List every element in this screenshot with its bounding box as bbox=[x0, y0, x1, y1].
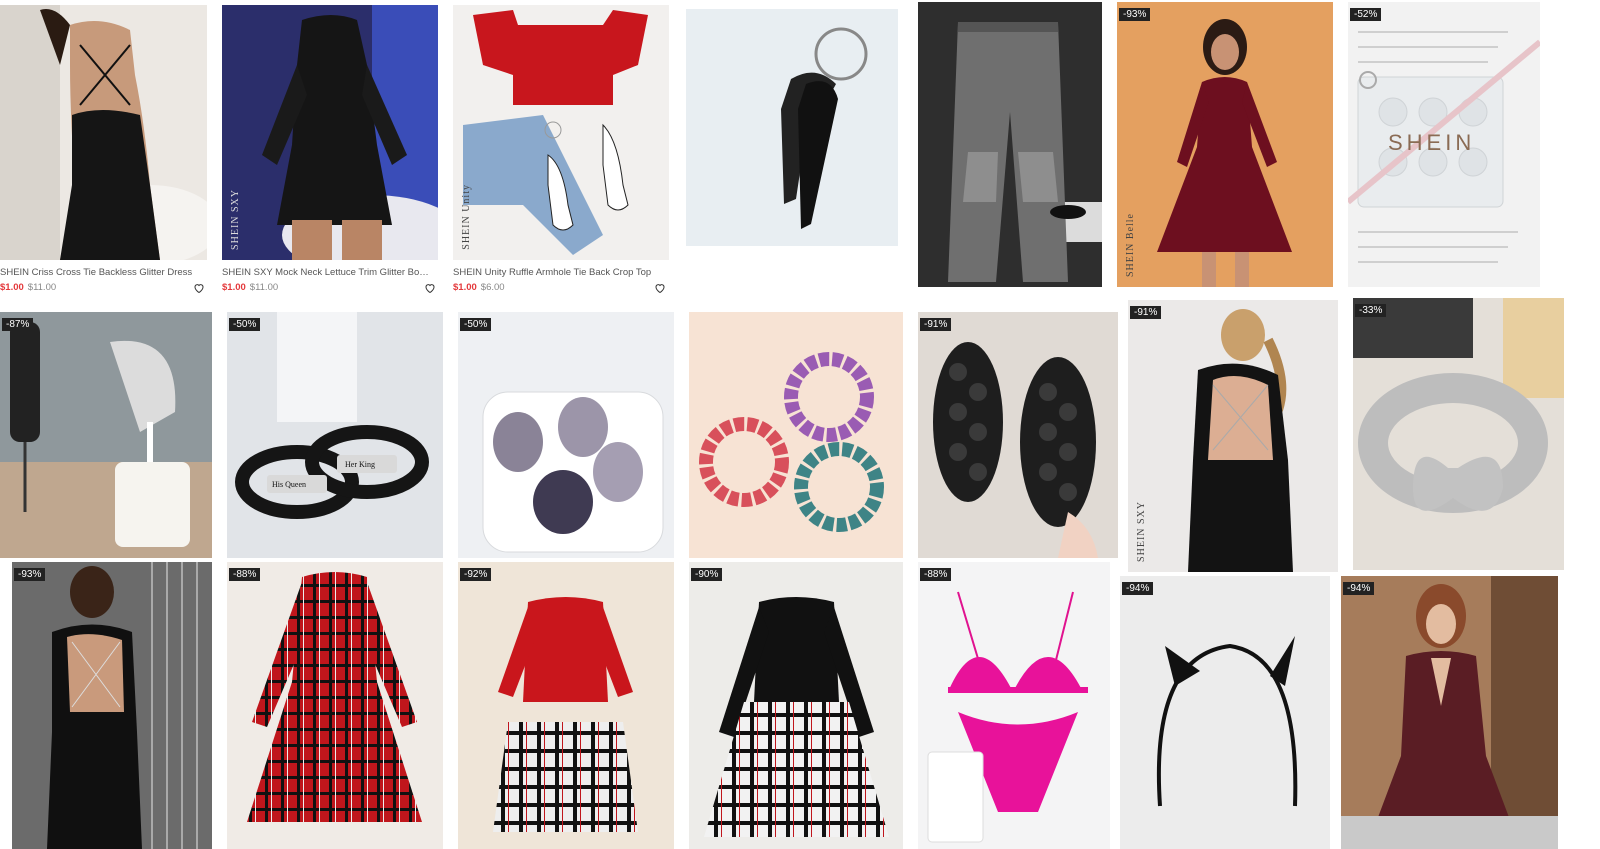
bracelet-engraving: Her King bbox=[345, 460, 375, 469]
product-image-sparkle-backless-dress[interactable]: -93% bbox=[12, 562, 212, 849]
black-top-skirt-illustration bbox=[689, 562, 903, 849]
discount-badge: -91% bbox=[920, 318, 952, 331]
bracelet-engraving: His Queen bbox=[272, 480, 306, 489]
product-price: $1.00 $11.00 bbox=[222, 282, 278, 293]
product-caption[interactable]: SHEIN Unity Ruffle Armhole Tie Back Crop… bbox=[453, 267, 665, 278]
crop-top-flatlay-illustration bbox=[453, 5, 669, 260]
discount-badge: -52% bbox=[1350, 8, 1382, 21]
sale-price: $1.00 bbox=[0, 282, 24, 293]
sparkle-dress-illustration bbox=[12, 562, 212, 849]
horn-headband-illustration bbox=[1120, 576, 1330, 849]
backless-dress-illustration bbox=[1128, 300, 1338, 572]
heart-icon[interactable] bbox=[424, 282, 436, 294]
product-image-milk-frother[interactable]: -87% bbox=[0, 312, 212, 558]
product-image-backless-bodycon-dress[interactable]: -91% SHEIN SXY bbox=[1128, 300, 1338, 572]
discount-badge: -50% bbox=[229, 318, 261, 331]
discount-badge: -88% bbox=[920, 568, 952, 581]
product-image-keychain-screwdriver[interactable] bbox=[686, 9, 898, 246]
plush-headband-illustration bbox=[1353, 298, 1564, 570]
product-image-couple-bracelets[interactable]: His Queen Her King -50% bbox=[227, 312, 443, 558]
product-image-ruffle-crop-top[interactable]: SHEIN Unity bbox=[453, 5, 669, 260]
brand-watermark: SHEIN Belle bbox=[1125, 212, 1136, 277]
discount-badge: -91% bbox=[1130, 306, 1162, 319]
pink-bikini-illustration bbox=[918, 562, 1110, 849]
glitter-dress-illustration bbox=[0, 5, 207, 260]
product-image-sequin-wrap-dress[interactable]: -94% bbox=[1341, 576, 1558, 849]
discount-badge: -88% bbox=[229, 568, 261, 581]
product-caption[interactable]: SHEIN SXY Mock Neck Lettuce Trim Glitter… bbox=[222, 267, 434, 278]
sale-price: $1.00 bbox=[453, 282, 477, 293]
discount-badge: -90% bbox=[691, 568, 723, 581]
original-price: $6.00 bbox=[480, 282, 505, 293]
product-image-red-top-plaid-skirt-set[interactable]: -92% bbox=[458, 562, 674, 849]
top-skirt-set-illustration bbox=[458, 562, 674, 849]
mock-neck-dress-illustration bbox=[222, 5, 438, 260]
product-image-plaid-girls-dress[interactable]: -88% bbox=[227, 562, 443, 849]
product-image-makeup-sponges[interactable]: -50% bbox=[458, 312, 674, 558]
shein-logo-text: SHEIN bbox=[1388, 130, 1476, 155]
product-price: $1.00 $11.00 bbox=[0, 282, 56, 293]
product-image-acrylic-keychain[interactable]: SHEIN -52% bbox=[1348, 2, 1540, 287]
plaid-dress-illustration bbox=[227, 562, 443, 849]
discount-badge: -94% bbox=[1343, 582, 1375, 595]
sale-price: $1.00 bbox=[222, 282, 246, 293]
original-price: $11.00 bbox=[249, 282, 279, 293]
product-image-devil-horn-headband[interactable]: -94% bbox=[1120, 576, 1330, 849]
discount-badge: -87% bbox=[2, 318, 34, 331]
milk-frother-illustration bbox=[0, 312, 212, 558]
bubble-slides-illustration bbox=[918, 312, 1118, 558]
product-caption[interactable]: SHEIN Criss Cross Tie Backless Glitter D… bbox=[0, 267, 200, 278]
velvet-dress-illustration bbox=[1117, 2, 1333, 287]
product-image-bubble-slides[interactable]: -91% bbox=[918, 312, 1118, 558]
discount-badge: -93% bbox=[14, 568, 46, 581]
jeans-illustration bbox=[918, 2, 1102, 287]
heart-icon[interactable] bbox=[193, 282, 205, 294]
product-image-criss-cross-glitter-dress[interactable] bbox=[0, 5, 207, 260]
product-price: $1.00 $6.00 bbox=[453, 282, 505, 293]
brand-watermark: SHEIN SXY bbox=[230, 189, 241, 250]
stone-bracelets-illustration bbox=[689, 312, 903, 558]
brand-watermark: SHEIN SXY bbox=[1136, 501, 1147, 562]
original-price: $11.00 bbox=[27, 282, 57, 293]
product-image-mock-neck-glitter-dress[interactable]: SHEIN SXY bbox=[222, 5, 438, 260]
couple-bracelets-illustration bbox=[227, 312, 443, 558]
product-image-velvet-dress[interactable]: -93% SHEIN Belle bbox=[1117, 2, 1333, 287]
discount-badge: -33% bbox=[1355, 304, 1387, 317]
heart-icon[interactable] bbox=[654, 282, 666, 294]
product-image-black-top-plaid-skirt-set[interactable]: -90% bbox=[689, 562, 903, 849]
makeup-sponges-illustration bbox=[458, 312, 674, 558]
brand-watermark: SHEIN Unity bbox=[461, 184, 472, 250]
product-image-stone-bracelets[interactable] bbox=[689, 312, 903, 558]
product-image-grey-jeans[interactable] bbox=[918, 2, 1102, 287]
keychain-tool-illustration bbox=[686, 9, 898, 246]
discount-badge: -92% bbox=[460, 568, 492, 581]
sequin-dress-illustration bbox=[1341, 576, 1558, 849]
discount-badge: -93% bbox=[1119, 8, 1151, 21]
discount-badge: -50% bbox=[460, 318, 492, 331]
product-image-plush-headband[interactable]: -33% bbox=[1353, 298, 1564, 570]
product-image-pink-bikini[interactable]: -88% bbox=[918, 562, 1110, 849]
discount-badge: -94% bbox=[1122, 582, 1154, 595]
